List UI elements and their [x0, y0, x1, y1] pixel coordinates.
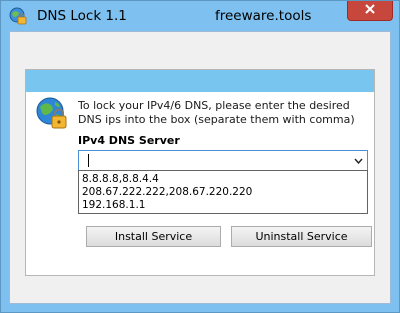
- install-service-button[interactable]: Install Service: [86, 226, 221, 247]
- dropdown-option[interactable]: 192.168.1.1: [82, 199, 145, 212]
- app-globe-lock-icon: [9, 7, 27, 25]
- ipv4-dns-server-label: IPv4 DNS Server: [78, 134, 180, 147]
- window-title: DNS Lock 1.1: [37, 8, 127, 24]
- close-button[interactable]: [347, 1, 393, 21]
- dns-dropdown-list: 8.8.8.8,8.8.4.4 208.67.222.222,208.67.22…: [78, 170, 368, 214]
- text-caret: [88, 154, 89, 167]
- instructions-text: To lock your IPv4/6 DNS, please enter th…: [78, 99, 355, 126]
- dropdown-option[interactable]: 8.8.8.8,8.8.4.4: [82, 173, 159, 186]
- website-label: freeware.tools: [215, 8, 312, 24]
- dns-server-combobox[interactable]: [78, 150, 368, 171]
- globe-lock-icon: [35, 96, 69, 130]
- chevron-down-icon[interactable]: [350, 151, 367, 170]
- close-icon: [364, 4, 376, 17]
- dropdown-option[interactable]: 208.67.222.222,208.67.220.220: [82, 186, 252, 199]
- app-window: DNS Lock 1.1 freeware.tools To lock your…: [0, 0, 400, 313]
- client-area: To lock your IPv4/6 DNS, please enter th…: [9, 31, 391, 304]
- panel-header-band: [26, 70, 374, 92]
- title-bar[interactable]: DNS Lock 1.1 freeware.tools: [1, 1, 399, 31]
- uninstall-service-button[interactable]: Uninstall Service: [231, 226, 372, 247]
